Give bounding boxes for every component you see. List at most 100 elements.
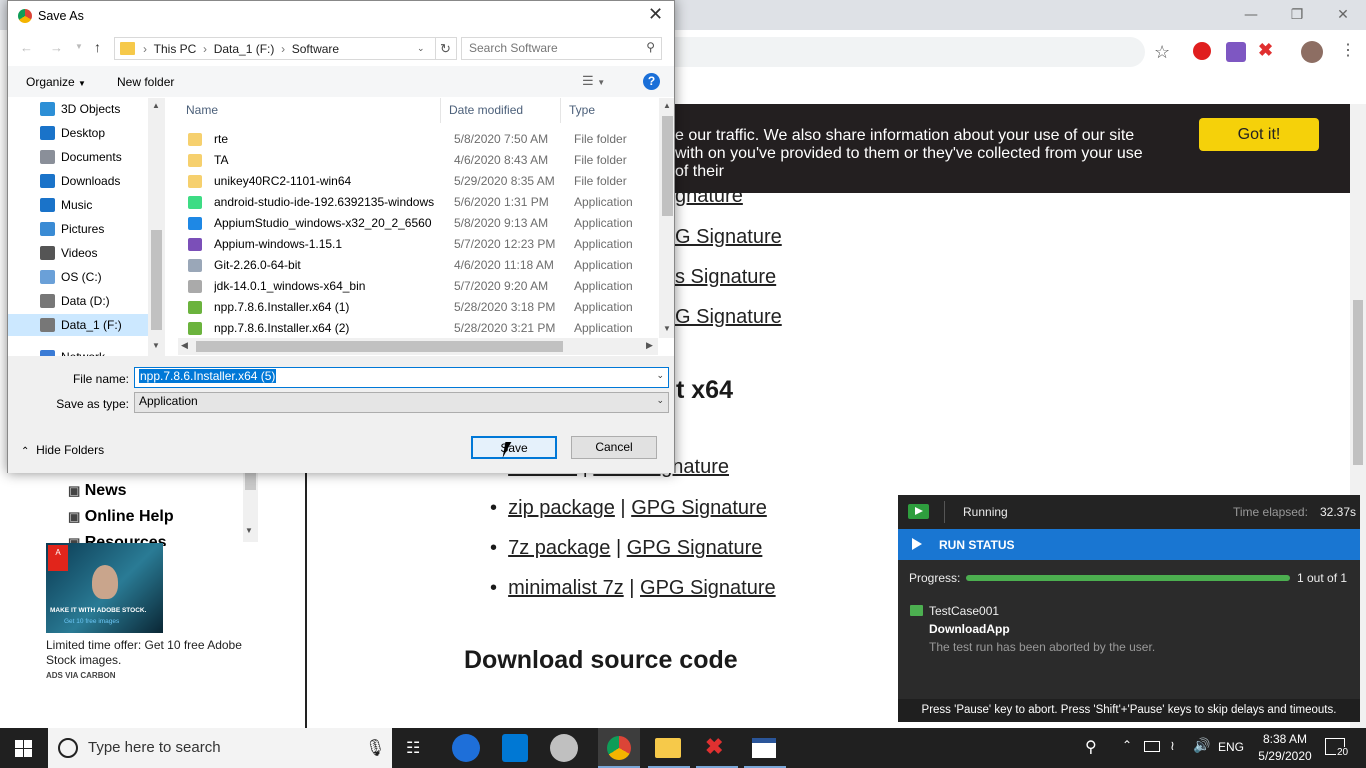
column-type[interactable]: Type — [561, 98, 659, 123]
got-it-button[interactable]: Got it! — [1199, 118, 1319, 151]
gpg-signature-link[interactable]: GPG Signature — [640, 577, 776, 599]
file-row[interactable]: jdk-14.0.1_windows-x64_bin 5/7/2020 9:20 … — [178, 276, 658, 297]
tree-item[interactable]: Documents — [8, 146, 148, 168]
navigation-scrollbar[interactable]: ▲ ▼ — [148, 98, 165, 356]
bookmark-star-icon[interactable]: ☆ — [1154, 42, 1170, 63]
file-row[interactable]: npp.7.8.6.Installer.x64 (1) 5/28/2020 3:1… — [178, 297, 658, 318]
file-list-hscrollbar[interactable]: ◀ ▶ — [178, 338, 658, 355]
scrollbar-thumb[interactable] — [1353, 300, 1363, 465]
tree-item[interactable]: Desktop — [8, 122, 148, 144]
view-options-icon[interactable]: ☰ ▼ — [582, 73, 605, 89]
wifi-icon[interactable]: ≀ — [1170, 738, 1175, 754]
people-icon[interactable]: ⚲ — [1085, 737, 1097, 757]
tree-item[interactable]: Videos — [8, 242, 148, 264]
path-bar[interactable]: › This PC › Data_1 (F:) › Software ⌄ ↻ — [114, 37, 457, 60]
file-list-vscrollbar[interactable]: ▲ ▼ — [659, 98, 674, 338]
vscode-icon[interactable] — [502, 734, 528, 762]
help-icon[interactable]: ? — [643, 73, 660, 90]
adobe-stock-ad-image[interactable]: A MAKE IT WITH ADOBE STOCK. Get 10 free … — [46, 543, 163, 633]
battery-icon[interactable] — [1144, 741, 1160, 752]
save-button[interactable]: Save — [471, 436, 557, 459]
sidebar-link-online-help[interactable]: ▣ Online Help — [68, 508, 174, 526]
zip-package-link[interactable]: zip package — [508, 497, 615, 519]
search-input[interactable]: Search Software ⚲ — [461, 37, 662, 60]
chevron-up-icon[interactable]: ⌃ — [1122, 738, 1132, 752]
close-window-button[interactable]: ✕ — [1320, 0, 1366, 30]
gpg-signature-link[interactable]: G Signature — [675, 226, 782, 248]
minimize-button[interactable]: — — [1228, 0, 1274, 30]
hide-folders-button[interactable]: ⌃ Hide Folders — [21, 443, 104, 457]
ad-caption[interactable]: Limited time offer: Get 10 free Adobe St… — [46, 638, 256, 668]
recent-dropdown-icon[interactable]: ▼ — [75, 42, 83, 51]
refresh-icon[interactable]: ↻ — [440, 41, 451, 57]
tree-item[interactable]: Music — [8, 194, 148, 216]
extension-icon[interactable] — [1226, 42, 1246, 62]
file-row[interactable]: rte 5/8/2020 7:50 AM File folder — [178, 129, 658, 150]
clock-date[interactable]: 5/29/2020 — [1252, 749, 1318, 763]
snip-icon[interactable] — [550, 734, 578, 762]
7z-package-link[interactable]: 7z package — [508, 537, 610, 559]
file-row[interactable]: npp.7.8.6.Installer.x64 (2) 5/28/2020 3:2… — [178, 318, 658, 339]
volume-icon[interactable]: 🔊 — [1193, 737, 1210, 754]
breadcrumb-item[interactable]: Data_1 (F:) — [214, 42, 275, 56]
breadcrumb-item[interactable]: This PC — [154, 42, 197, 56]
teamviewer-icon[interactable] — [452, 734, 480, 762]
language-indicator[interactable]: ENG — [1218, 740, 1244, 754]
tree-item[interactable]: Data (D:) — [8, 290, 148, 312]
file-row[interactable]: unikey40RC2-1101-win64 5/29/2020 8:35 AM F… — [178, 171, 658, 192]
file-row[interactable]: AppiumStudio_windows-x32_20_2_6560 5/8/20… — [178, 213, 658, 234]
opera-extension-icon[interactable] — [1193, 42, 1211, 60]
file-name-field[interactable]: npp.7.8.6.Installer.x64 (5) ⌄ — [134, 367, 669, 388]
chrome-taskbar-button[interactable] — [598, 728, 640, 768]
gpg-signature-link[interactable]: G Signature — [675, 306, 782, 328]
search-icon[interactable]: ⚲ — [646, 40, 655, 54]
file-row[interactable]: android-studio-ide-192.6392135-windows 5/… — [178, 192, 658, 213]
tree-item[interactable]: 3D Objects — [8, 98, 148, 120]
run-status-bar[interactable]: RUN STATUS — [898, 529, 1360, 560]
ad-tag[interactable]: ADS VIA CARBON — [46, 671, 115, 680]
tree-item[interactable]: Downloads — [8, 170, 148, 192]
file-row[interactable]: TA 4/6/2020 8:43 AM File folder — [178, 150, 658, 171]
scrollbar-thumb[interactable] — [196, 341, 563, 352]
katalon-extension-icon[interactable]: ✖ — [1258, 40, 1273, 61]
ranorex-button[interactable]: ✖ — [696, 728, 738, 768]
back-arrow-icon[interactable]: ← — [20, 40, 33, 55]
save-type-select[interactable]: Application ⌄ — [134, 392, 669, 413]
play-icon[interactable] — [912, 538, 922, 550]
avatar[interactable] — [1301, 41, 1323, 63]
clock-time[interactable]: 8:38 AM — [1256, 732, 1314, 746]
column-date-modified[interactable]: Date modified — [441, 98, 561, 123]
app-window-button[interactable] — [744, 728, 786, 768]
taskbar-search[interactable]: Type here to search 🎙 — [48, 728, 392, 768]
gpg-signature-link[interactable]: gnature — [675, 185, 743, 207]
windows-start-icon[interactable] — [15, 740, 33, 757]
file-row[interactable]: Appium-windows-1.15.1 5/7/2020 12:23 PM Ap… — [178, 234, 658, 255]
menu-icon[interactable]: ⋮ — [1340, 40, 1356, 60]
gpg-signature-link[interactable]: GPG Signature — [627, 537, 763, 559]
new-folder-button[interactable]: New folder — [117, 75, 174, 89]
dialog-close-icon[interactable]: ✕ — [648, 4, 663, 25]
scrollbar-thumb[interactable] — [151, 230, 162, 330]
up-arrow-icon[interactable]: ↑ — [94, 39, 101, 55]
path-dropdown-icon[interactable]: ⌄ — [417, 43, 425, 54]
tree-item[interactable]: Pictures — [8, 218, 148, 240]
file-explorer-button[interactable] — [648, 728, 690, 768]
forward-arrow-icon[interactable]: → — [50, 40, 63, 55]
breadcrumb-item[interactable]: Software — [292, 42, 339, 56]
scrollbar-thumb[interactable] — [662, 116, 673, 216]
sidebar-link-news[interactable]: ▣ News — [68, 482, 127, 500]
microphone-icon[interactable]: 🎙 — [365, 738, 385, 758]
tree-item[interactable]: Data_1 (F:) — [8, 314, 148, 336]
gpg-signature-link[interactable]: s Signature — [675, 266, 776, 288]
restore-button[interactable]: ❐ — [1274, 0, 1320, 30]
task-view-icon[interactable]: ☷ — [406, 738, 420, 758]
gpg-signature-link[interactable]: GPG Signature — [631, 497, 767, 519]
tree-item[interactable]: OS (C:) — [8, 266, 148, 288]
file-row[interactable]: Git-2.26.0-64-bit 4/6/2020 11:18 AM Applic… — [178, 255, 658, 276]
sidebar-scrollbar[interactable]: ▼ — [243, 472, 258, 542]
tree-item[interactable]: Network — [8, 346, 148, 356]
address-bar[interactable] — [640, 37, 1145, 67]
minimalist-7z-link[interactable]: minimalist 7z — [508, 577, 624, 599]
cancel-button[interactable]: Cancel — [571, 436, 657, 459]
organize-button[interactable]: Organize ▼ — [26, 75, 86, 89]
